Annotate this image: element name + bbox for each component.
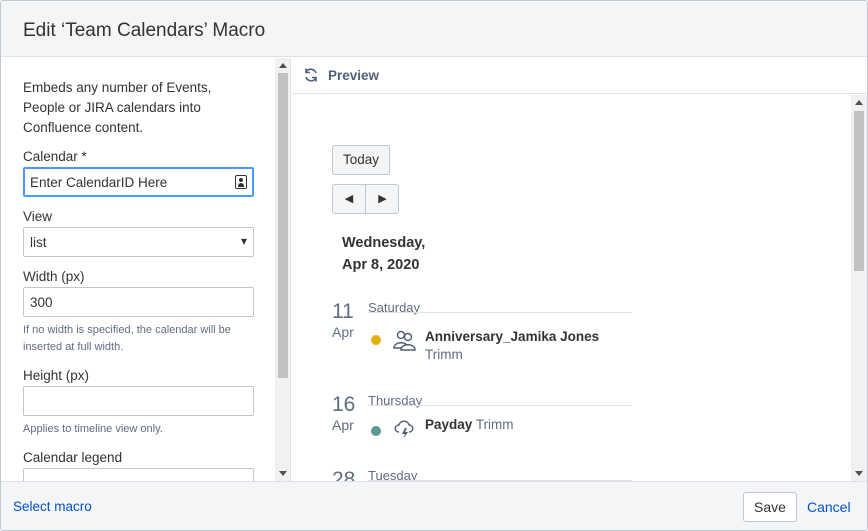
preview-scrollbar-thumb[interactable] <box>854 111 864 271</box>
today-button[interactable]: Today <box>332 145 390 175</box>
date-navigation: ◀ ▶ <box>332 184 399 214</box>
event-calendar-name: Trimm <box>425 347 463 362</box>
dialog-header: Edit ‘Team Calendars’ Macro <box>1 1 867 57</box>
event-month: Apr <box>332 417 354 433</box>
event-entry[interactable]: Payday Trimm <box>425 416 625 434</box>
event-title: Payday <box>425 417 473 432</box>
width-label: Width (px) <box>23 269 85 284</box>
previous-arrow-icon[interactable]: ◀ <box>333 185 366 213</box>
day-divider <box>368 312 632 313</box>
height-hint: Applies to timeline view only. <box>23 423 163 435</box>
macro-parameters-panel: Embeds any number of Events, People or J… <box>1 58 291 481</box>
current-date-heading: Wednesday, Apr 8, 2020 <box>342 232 425 276</box>
width-field[interactable]: 300 <box>23 287 254 317</box>
dialog-footer: Select macro Save Cancel <box>1 481 867 530</box>
preview-label: Preview <box>328 68 380 83</box>
select-macro-link[interactable]: Select macro <box>13 499 92 514</box>
save-button[interactable]: Save <box>743 492 797 522</box>
event-month: Apr <box>332 324 354 340</box>
width-value: 300 <box>30 295 53 310</box>
event-day-number: 16 <box>332 393 356 416</box>
preview-toolbar: Preview <box>292 58 867 94</box>
event-day-number: 28 <box>332 468 356 481</box>
height-label: Height (px) <box>23 368 90 383</box>
next-arrow-icon[interactable]: ▶ <box>366 185 399 213</box>
lightning-cloud-icon <box>394 420 414 439</box>
current-date-weekday: Wednesday, <box>342 235 426 251</box>
event-title: Anniversary_Jamika Jones <box>425 329 600 344</box>
event-day-number: 11 <box>332 300 354 323</box>
current-date-date: Apr 8, 2020 <box>342 257 420 273</box>
calendar-id-value: Enter CalendarID Here <box>30 175 168 190</box>
width-hint: If no width is specified, the calendar w… <box>23 324 231 353</box>
scroll-down-arrow-icon[interactable] <box>855 471 863 476</box>
view-select-value: list <box>30 235 47 250</box>
scroll-up-arrow-icon[interactable] <box>279 63 287 68</box>
people-icon <box>393 330 416 351</box>
day-divider <box>368 405 632 406</box>
calendar-label: Calendar * <box>23 149 87 164</box>
scroll-up-arrow-icon[interactable] <box>855 100 863 105</box>
legend-label: Calendar legend <box>23 450 123 465</box>
scroll-down-arrow-icon[interactable] <box>279 471 287 476</box>
macro-description: Embeds any number of Events, People or J… <box>23 80 212 135</box>
view-select[interactable]: list <box>23 227 254 257</box>
event-entry[interactable]: Anniversary_Jamika Jones Trimm <box>425 328 625 364</box>
preview-panel: Preview Today ◀ ▶ Wednesday, Apr 8, 2020… <box>292 58 867 481</box>
contact-card-icon <box>235 175 247 189</box>
view-label: View <box>23 209 53 224</box>
preview-scrollbar[interactable] <box>851 95 867 481</box>
dialog-title: Edit ‘Team Calendars’ Macro <box>23 20 266 41</box>
height-field[interactable] <box>23 386 254 416</box>
left-scrollbar[interactable] <box>275 58 290 481</box>
calendar-color-dot <box>371 335 381 345</box>
legend-field[interactable] <box>23 468 254 481</box>
refresh-icon[interactable] <box>303 67 319 83</box>
cancel-button[interactable]: Cancel <box>807 499 851 515</box>
calendar-id-field[interactable]: Enter CalendarID Here <box>23 167 254 197</box>
event-calendar-name: Trimm <box>475 417 514 432</box>
calendar-color-dot <box>371 426 381 436</box>
calendar-preview: Today ◀ ▶ Wednesday, Apr 8, 2020 11 Apr … <box>292 95 867 481</box>
left-scrollbar-thumb[interactable] <box>278 73 288 378</box>
macro-dialog: Edit ‘Team Calendars’ Macro Embeds any n… <box>0 0 868 531</box>
